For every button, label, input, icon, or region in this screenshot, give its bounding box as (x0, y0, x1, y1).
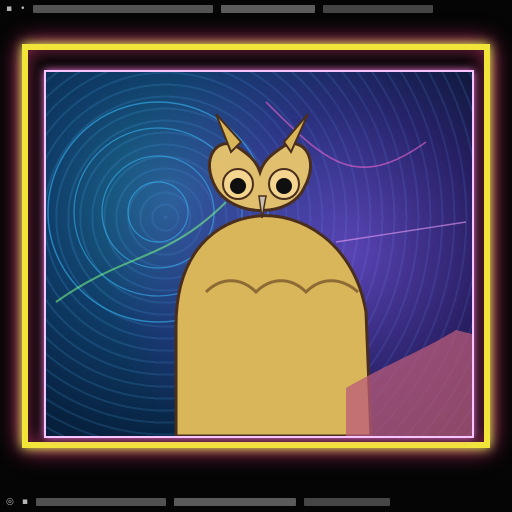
top-text-block-3 (323, 5, 434, 13)
bottom-text-block-3 (303, 498, 390, 506)
owl-body (174, 214, 373, 436)
bottom-square-icon: ▪ (21, 496, 28, 507)
top-square-icon: ▪ (6, 3, 13, 14)
bottom-text-block-2 (173, 498, 296, 506)
bottom-text-block-1 (35, 498, 166, 506)
artwork-canvas (44, 70, 474, 438)
left-eye-pupil (230, 178, 246, 194)
top-caption-strip: ▪ • (0, 0, 512, 18)
top-text-block-1 (33, 5, 214, 13)
bottom-circle-icon: ◎ (6, 496, 14, 507)
top-dot-icon: • (20, 3, 26, 14)
artwork-svg (47, 101, 472, 436)
bottom-caption-strip: ◎ ▪ (0, 492, 512, 512)
top-text-block-2 (221, 5, 316, 13)
right-eye-pupil (276, 178, 292, 194)
